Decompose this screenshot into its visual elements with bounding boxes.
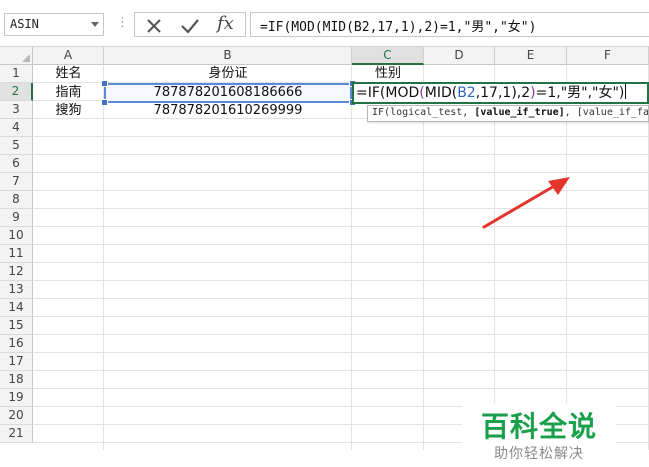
gridline (33, 172, 649, 173)
cell-b2[interactable]: 787878201608186666 (104, 84, 352, 102)
cell-formula-text: =IF(MOD(MID(B2,17,1),2)=1,"男","女") (356, 84, 627, 102)
gridline (33, 298, 649, 299)
insert-function-button[interactable]: fx (217, 13, 234, 34)
x-icon (147, 19, 161, 33)
enter-button[interactable] (175, 14, 205, 36)
argument-value-if-false[interactable]: , [value_if_false]) (565, 107, 648, 118)
row-header-17[interactable]: 17 (0, 353, 33, 371)
active-cell-c2-editor[interactable]: =IF(MOD(MID(B2,17,1),2)=1,"男","女") (352, 82, 649, 104)
row-header-1[interactable]: 1 (0, 65, 33, 83)
row-header-18[interactable]: 18 (0, 371, 33, 389)
row-header-8[interactable]: 8 (0, 191, 33, 209)
row-header-15[interactable]: 15 (0, 317, 33, 335)
formula-bar: ASIN ⋮ fx =IF(MOD(MID(B2,17,1),2)=1,"男",… (0, 0, 649, 46)
watermark-logo: 百科全说 助你轻松解决 (462, 403, 616, 467)
gridline (494, 65, 495, 450)
row-header-10[interactable]: 10 (0, 227, 33, 245)
gridline (33, 352, 649, 353)
gridline (33, 154, 649, 155)
formula-reference: B2 (457, 85, 476, 101)
cancel-button[interactable] (139, 14, 169, 36)
row-header-9[interactable]: 9 (0, 209, 33, 227)
row-header-3[interactable]: 3 (0, 101, 33, 119)
row-header-11[interactable]: 11 (0, 245, 33, 263)
formula-segment: =1,"男","女") (535, 85, 625, 101)
column-header-a[interactable]: A (33, 47, 104, 65)
row-header-12[interactable]: 12 (0, 263, 33, 281)
gridline (423, 65, 424, 450)
column-header-f[interactable]: F (567, 47, 649, 65)
gridline (33, 316, 649, 317)
row-header-21[interactable]: 21 (0, 425, 33, 443)
row-header-16[interactable]: 16 (0, 335, 33, 353)
gridline (566, 65, 567, 450)
check-icon (181, 19, 199, 34)
name-box[interactable]: ASIN (4, 13, 104, 36)
function-name[interactable]: IF( (372, 107, 390, 118)
argument-value-if-true[interactable]: [value_if_true] (474, 107, 564, 118)
name-box-value: ASIN (10, 17, 39, 31)
column-header-e[interactable]: E (495, 47, 567, 65)
cell-a3[interactable]: 搜狗 (33, 102, 104, 120)
cell-a1[interactable]: 姓名 (33, 65, 104, 83)
gridline (351, 65, 352, 450)
row-header-2[interactable]: 2 (0, 83, 33, 101)
formula-segment: MID( (424, 85, 458, 101)
formula-buttons: fx (134, 12, 246, 37)
argument-logical-test[interactable]: logical_test, (390, 107, 474, 118)
cell-c1[interactable]: 性别 (352, 65, 424, 83)
row-header-5[interactable]: 5 (0, 137, 33, 155)
column-header-b[interactable]: B (104, 47, 352, 65)
gridline (33, 388, 649, 389)
gridline (33, 280, 649, 281)
cell-b1[interactable]: 身份证 (104, 65, 352, 83)
gridline (103, 65, 104, 450)
formula-text: =IF(MOD(MID(B2,17,1),2)=1,"男","女") (260, 20, 537, 35)
gridline (33, 370, 649, 371)
row-header-6[interactable]: 6 (0, 155, 33, 173)
name-box-dropdown-icon[interactable] (91, 22, 99, 27)
column-header-c[interactable]: C (352, 47, 424, 65)
formula-segment: =IF(MOD (356, 85, 420, 101)
red-arrow-icon (482, 177, 570, 229)
row-header-20[interactable]: 20 (0, 407, 33, 425)
row-header-13[interactable]: 13 (0, 281, 33, 299)
cell-b3[interactable]: 787878201610269999 (104, 102, 352, 120)
function-signature: IF(logical_test, [value_if_true], [value… (372, 107, 648, 118)
text-cursor (625, 84, 627, 99)
gridline (33, 334, 649, 335)
select-all-button[interactable] (0, 47, 33, 65)
worksheet-grid[interactable]: A B C D E F 1 2 3 4 5 6 7 8 9 10 11 12 1… (0, 47, 649, 467)
watermark-title: 百科全说 (480, 410, 597, 443)
function-tooltip: IF(logical_test, [value_if_true], [value… (367, 105, 649, 122)
cell-a2[interactable]: 指南 (33, 84, 104, 102)
gridline (33, 244, 649, 245)
gridline (33, 262, 649, 263)
row-header-7[interactable]: 7 (0, 173, 33, 191)
row-header-4[interactable]: 4 (0, 119, 33, 137)
formula-bar-grip-icon: ⋮ (116, 15, 129, 30)
row-header-19[interactable]: 19 (0, 389, 33, 407)
gridline (33, 136, 649, 137)
row-header-14[interactable]: 14 (0, 299, 33, 317)
watermark-subtitle: 助你轻松解决 (494, 446, 584, 462)
formula-input[interactable]: =IF(MOD(MID(B2,17,1),2)=1,"男","女") (250, 12, 649, 37)
column-header-d[interactable]: D (424, 47, 495, 65)
formula-segment: ,17,1) (475, 85, 517, 101)
formula-segment: ,2 (516, 85, 531, 101)
